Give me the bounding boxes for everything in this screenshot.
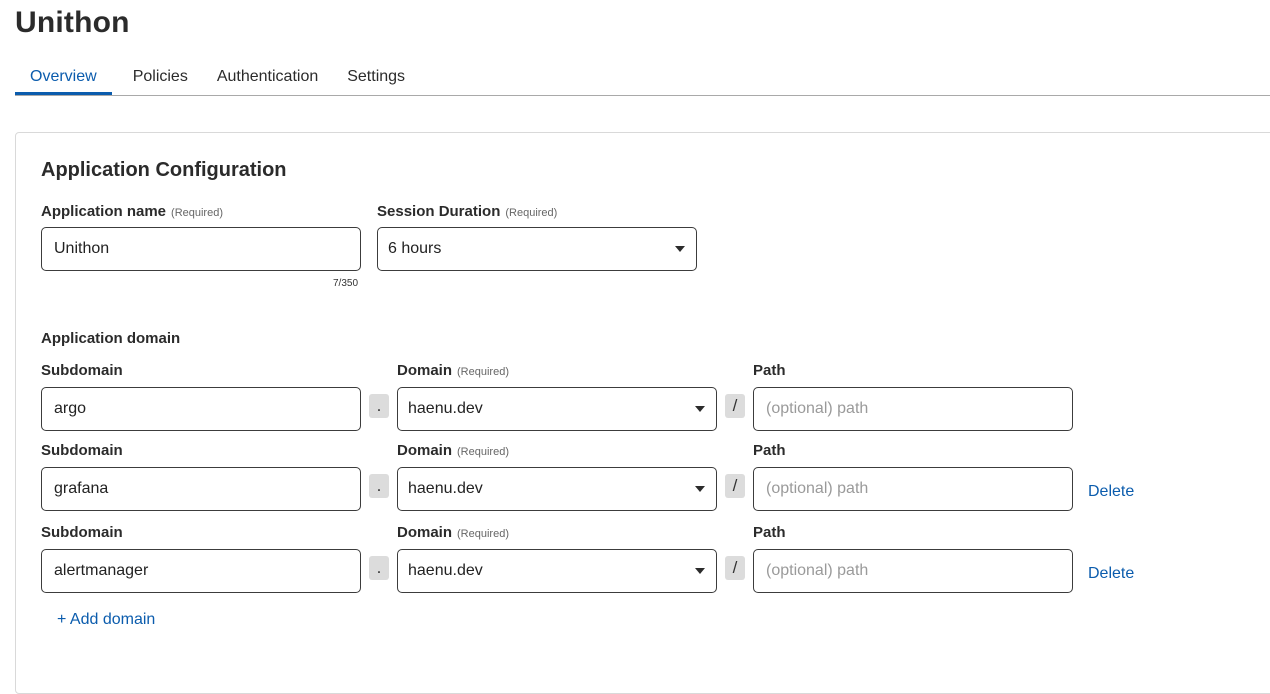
subdomain-label: Subdomain: [41, 442, 123, 459]
caret-down-icon: [695, 406, 705, 412]
path-label: Path: [753, 362, 786, 379]
domain-value: haenu.dev: [408, 562, 483, 579]
required-hint: (Required): [505, 207, 558, 219]
page-title: Unithon: [15, 6, 130, 39]
app-name-input[interactable]: [41, 227, 361, 271]
required-hint: (Required): [457, 366, 509, 378]
app-name-label: Application name (Required): [41, 203, 223, 220]
caret-down-icon: [695, 486, 705, 492]
domain-label: Domain (Required): [397, 362, 509, 379]
dot-separator: .: [369, 556, 389, 580]
session-duration-label: Session Duration (Required): [377, 203, 557, 220]
delete-domain-button[interactable]: Delete: [1088, 565, 1134, 583]
path-input[interactable]: [753, 467, 1073, 511]
subdomain-input[interactable]: [41, 387, 361, 431]
domain-label-text: Domain: [397, 362, 453, 379]
session-duration-select[interactable]: 6 hours: [377, 227, 697, 271]
domain-label-text: Domain: [397, 524, 453, 541]
tab-policies[interactable]: Policies: [133, 60, 188, 95]
domain-select[interactable]: haenu.dev: [397, 549, 717, 593]
domain-label-text: Domain: [397, 442, 453, 459]
subdomain-input[interactable]: [41, 549, 361, 593]
subdomain-label: Subdomain: [41, 524, 123, 541]
delete-domain-button[interactable]: Delete: [1088, 483, 1134, 501]
dot-separator: .: [369, 474, 389, 498]
dot-separator: .: [369, 394, 389, 418]
tab-settings[interactable]: Settings: [347, 60, 405, 95]
app-name-label-text: Application name: [41, 203, 167, 220]
path-input[interactable]: [753, 387, 1073, 431]
tab-bar: Overview Policies Authentication Setting…: [15, 60, 1270, 96]
session-duration-label-text: Session Duration: [377, 203, 501, 220]
application-domain-heading: Application domain: [41, 330, 181, 347]
tab-overview[interactable]: Overview: [15, 60, 112, 95]
domain-select[interactable]: haenu.dev: [397, 387, 717, 431]
slash-separator: /: [725, 394, 745, 418]
application-configuration-card: Application Configuration Application na…: [15, 132, 1270, 694]
domain-label: Domain (Required): [397, 442, 509, 459]
path-label: Path: [753, 524, 786, 541]
session-duration-value: 6 hours: [388, 240, 442, 257]
path-label: Path: [753, 442, 786, 459]
tab-authentication[interactable]: Authentication: [217, 60, 318, 95]
caret-down-icon: [695, 568, 705, 574]
slash-separator: /: [725, 474, 745, 498]
caret-down-icon: [675, 246, 685, 252]
required-hint: (Required): [171, 207, 223, 219]
char-counter: 7/350: [333, 278, 359, 289]
domain-label: Domain (Required): [397, 524, 509, 541]
path-input[interactable]: [753, 549, 1073, 593]
section-title: Application Configuration: [41, 159, 287, 181]
add-domain-button[interactable]: + Add domain: [57, 611, 155, 629]
subdomain-label: Subdomain: [41, 362, 123, 379]
domain-value: haenu.dev: [408, 400, 483, 417]
subdomain-input[interactable]: [41, 467, 361, 511]
required-hint: (Required): [457, 528, 509, 540]
slash-separator: /: [725, 556, 745, 580]
required-hint: (Required): [457, 446, 509, 458]
domain-select[interactable]: haenu.dev: [397, 467, 717, 511]
domain-value: haenu.dev: [408, 480, 483, 497]
